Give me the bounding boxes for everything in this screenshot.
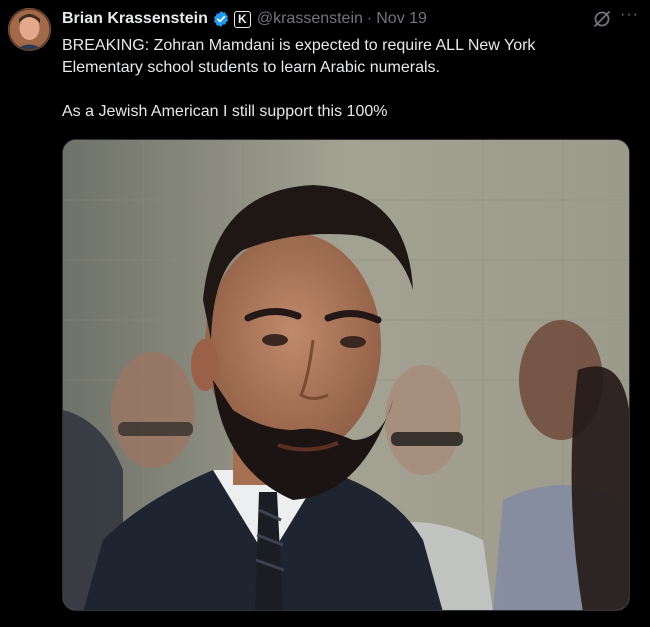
tweet-text-line: Elementary school students to learn Arab… <box>62 59 440 76</box>
more-options-icon[interactable]: ··· <box>620 6 640 26</box>
tweet-text-line: As a Jewish American I still support thi… <box>62 103 388 120</box>
author-handle[interactable]: @krassenstein <box>257 10 363 28</box>
photo-image <box>63 140 629 610</box>
grok-icon[interactable] <box>592 9 612 29</box>
avatar-photo <box>8 8 51 51</box>
affiliate-badge[interactable]: K <box>233 10 251 28</box>
separator: · <box>366 10 373 27</box>
tweet-text: BREAKING: Zohran Mamdani is expected to … <box>62 35 622 123</box>
tweet-date[interactable]: Nov 19 <box>376 10 427 28</box>
tweet-text-line: BREAKING: Zohran Mamdani is expected to … <box>62 37 536 54</box>
tweet[interactable]: Brian Krassenstein K @krassenstein · Nov… <box>0 0 650 627</box>
verified-badge-icon[interactable] <box>212 10 230 28</box>
tweet-photo[interactable] <box>62 139 630 611</box>
author-name[interactable]: Brian Krassenstein <box>62 10 208 28</box>
avatar[interactable] <box>8 8 51 51</box>
tweet-header: Brian Krassenstein K @krassenstein · Nov… <box>62 8 427 30</box>
